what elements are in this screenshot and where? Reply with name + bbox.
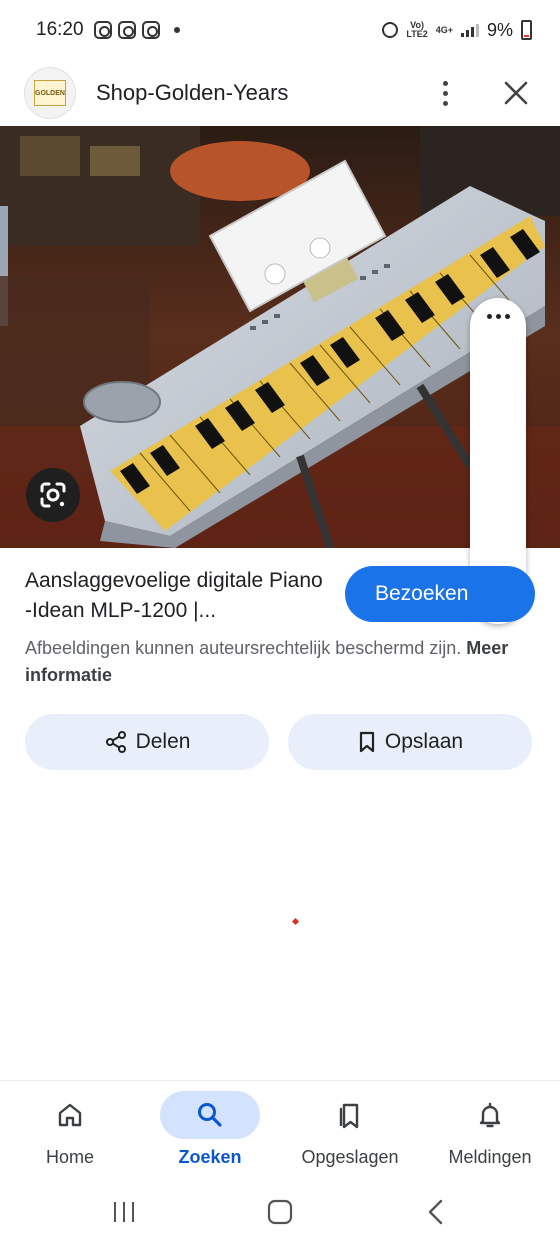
copyright-notice: Afbeeldingen kunnen auteursrechtelijk be… xyxy=(25,635,525,689)
nav-search[interactable]: Zoeken xyxy=(140,1081,280,1181)
search-icon xyxy=(198,1103,222,1127)
recent-apps-icon xyxy=(114,1202,134,1222)
visit-button[interactable]: Bezoeken xyxy=(345,566,535,622)
instagram-icon xyxy=(93,21,112,39)
google-lens-button[interactable] xyxy=(26,468,80,522)
site-logo[interactable]: GOLDEN xyxy=(24,67,76,119)
battery-icon xyxy=(521,20,532,40)
signal-icon xyxy=(460,23,479,37)
nav-notifications[interactable]: Meldingen xyxy=(420,1081,560,1181)
back-icon xyxy=(428,1199,443,1225)
site-title[interactable]: Shop-Golden-Years xyxy=(96,80,288,106)
more-notifications-dot xyxy=(173,27,180,33)
network-type: 4G+ xyxy=(435,24,453,35)
alarm-icon xyxy=(382,22,399,38)
share-button[interactable]: Delen xyxy=(25,714,269,770)
logo-text: GOLDEN xyxy=(34,80,66,106)
volte-indicator: Vo) LTE2 xyxy=(406,20,428,39)
instagram-icon xyxy=(117,21,136,39)
more-horizontal-icon[interactable] xyxy=(470,314,526,319)
result-title[interactable]: Aanslaggevoelige digitale Piano -Idean M… xyxy=(25,566,325,626)
nav-notifications-label: Meldingen xyxy=(448,1147,532,1167)
nav-saved[interactable]: Opgeslagen xyxy=(280,1081,420,1181)
home-square-icon xyxy=(267,1199,293,1225)
instagram-icon xyxy=(141,21,160,39)
save-button[interactable]: Opslaan xyxy=(288,714,532,770)
share-label: Delen xyxy=(135,730,191,753)
close-button[interactable] xyxy=(496,73,536,113)
nav-home-label: Home xyxy=(45,1147,94,1167)
home-icon xyxy=(58,1103,82,1127)
visit-label: Bezoeken xyxy=(375,582,469,605)
bookmark-icon xyxy=(359,731,374,753)
loading-indicator xyxy=(291,917,300,926)
recent-apps-button[interactable] xyxy=(46,1200,202,1224)
close-icon xyxy=(504,81,528,105)
status-right: Vo) LTE2 4G+ 9% xyxy=(382,20,532,41)
notification-icons xyxy=(93,21,180,39)
bell-icon xyxy=(479,1102,501,1128)
status-time: 16:20 xyxy=(36,19,84,40)
nav-search-label: Zoeken xyxy=(178,1147,242,1167)
copyright-text: Afbeeldingen kunnen auteursrechtelijk be… xyxy=(25,638,462,658)
nav-saved-label: Opgeslagen xyxy=(301,1147,399,1167)
bookmarks-icon xyxy=(339,1103,359,1129)
app-header: GOLDEN Shop-Golden-Years xyxy=(0,60,560,126)
google-lens-icon xyxy=(40,482,66,508)
save-label: Opslaan xyxy=(384,730,464,753)
status-bar: 16:20 Vo) LTE2 4G+ 9% xyxy=(0,0,560,60)
battery-percent: 9% xyxy=(486,19,513,40)
home-system-button[interactable] xyxy=(202,1199,358,1225)
nav-home[interactable]: Home xyxy=(0,1081,140,1181)
back-button[interactable] xyxy=(358,1199,514,1225)
bottom-navigation: Home Zoeken Opgeslagen Meldingen xyxy=(0,1080,560,1180)
more-options-icon[interactable] xyxy=(430,73,460,113)
system-navigation-bar xyxy=(0,1180,560,1244)
share-icon xyxy=(105,731,126,753)
